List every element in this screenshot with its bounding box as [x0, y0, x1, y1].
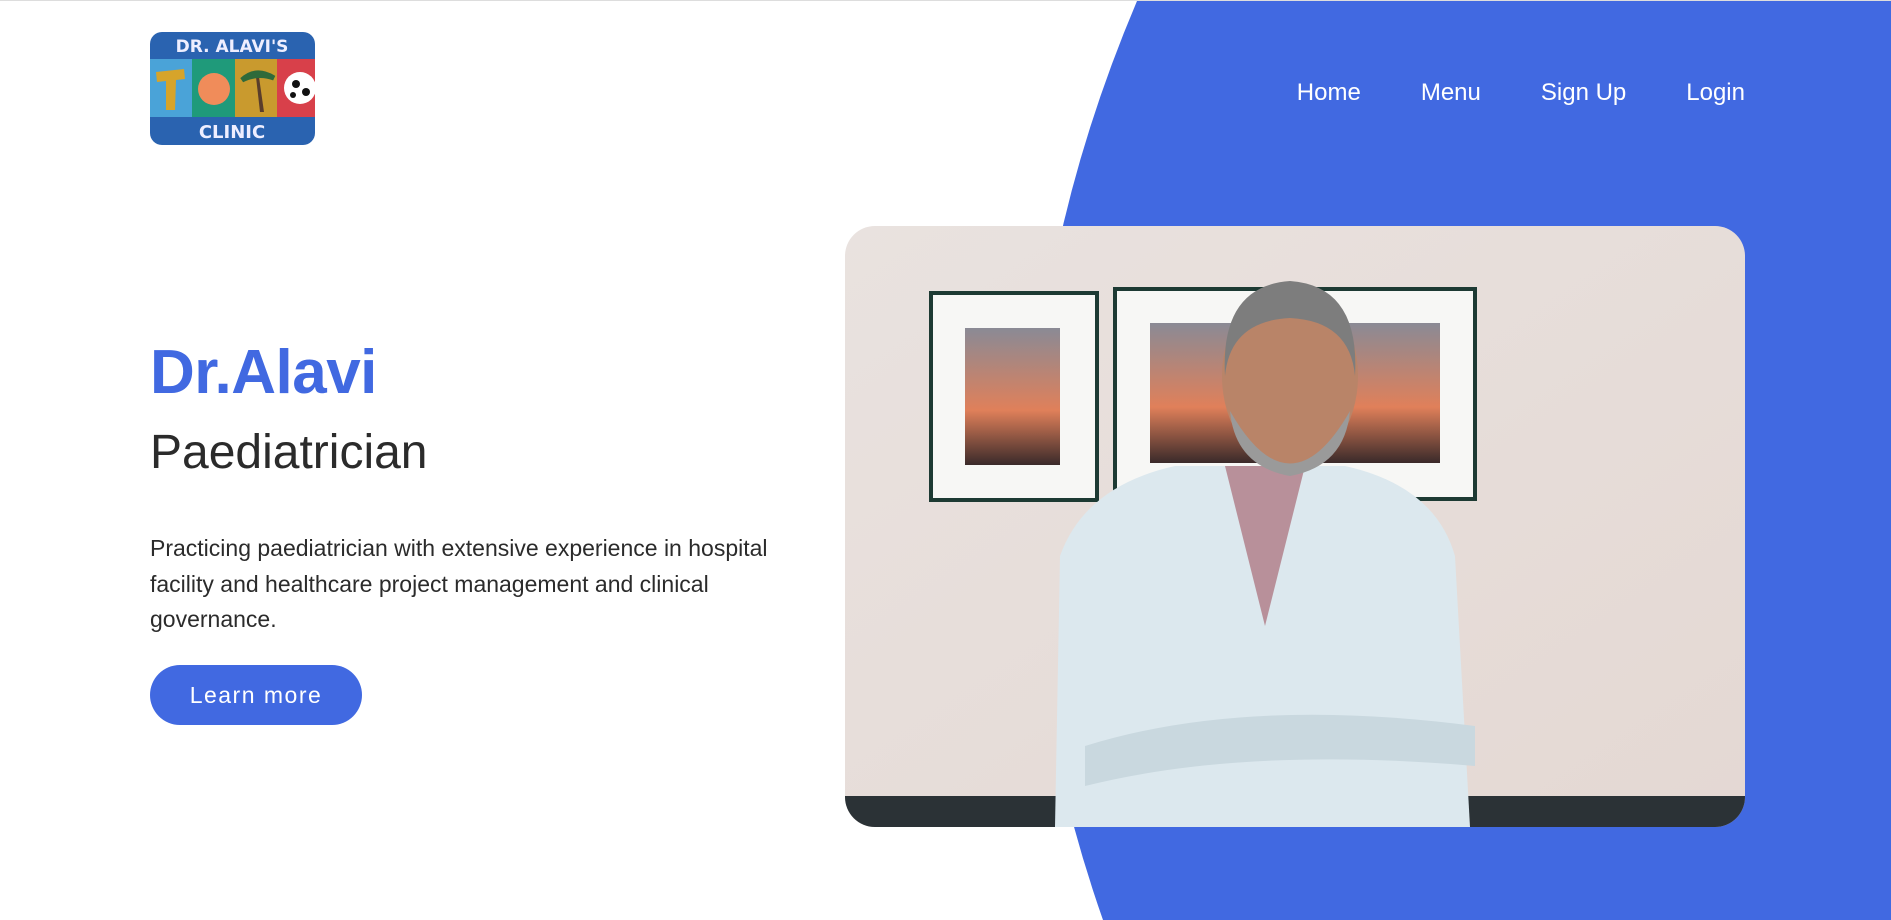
clinic-logo[interactable]: DR. ALAVI'S CLINIC — [150, 32, 315, 145]
doctor-photo — [845, 226, 1745, 827]
hero-title: Dr.Alavi — [150, 338, 377, 407]
hero-subtitle: Paediatrician — [150, 426, 428, 479]
svg-text:CLINIC: CLINIC — [199, 122, 265, 143]
svg-text:DR. ALAVI'S: DR. ALAVI'S — [176, 37, 289, 57]
nav-sign-up[interactable]: Sign Up — [1541, 77, 1626, 109]
hero-description: Practicing paediatrician with extensive … — [150, 535, 768, 632]
nav-menu[interactable]: Menu — [1421, 77, 1481, 109]
nav-home[interactable]: Home — [1297, 77, 1361, 109]
nav-login[interactable]: Login — [1686, 77, 1745, 109]
main-nav: Home Menu Sign Up Login — [1237, 77, 1745, 109]
learn-more-button[interactable]: Learn more — [150, 665, 362, 725]
